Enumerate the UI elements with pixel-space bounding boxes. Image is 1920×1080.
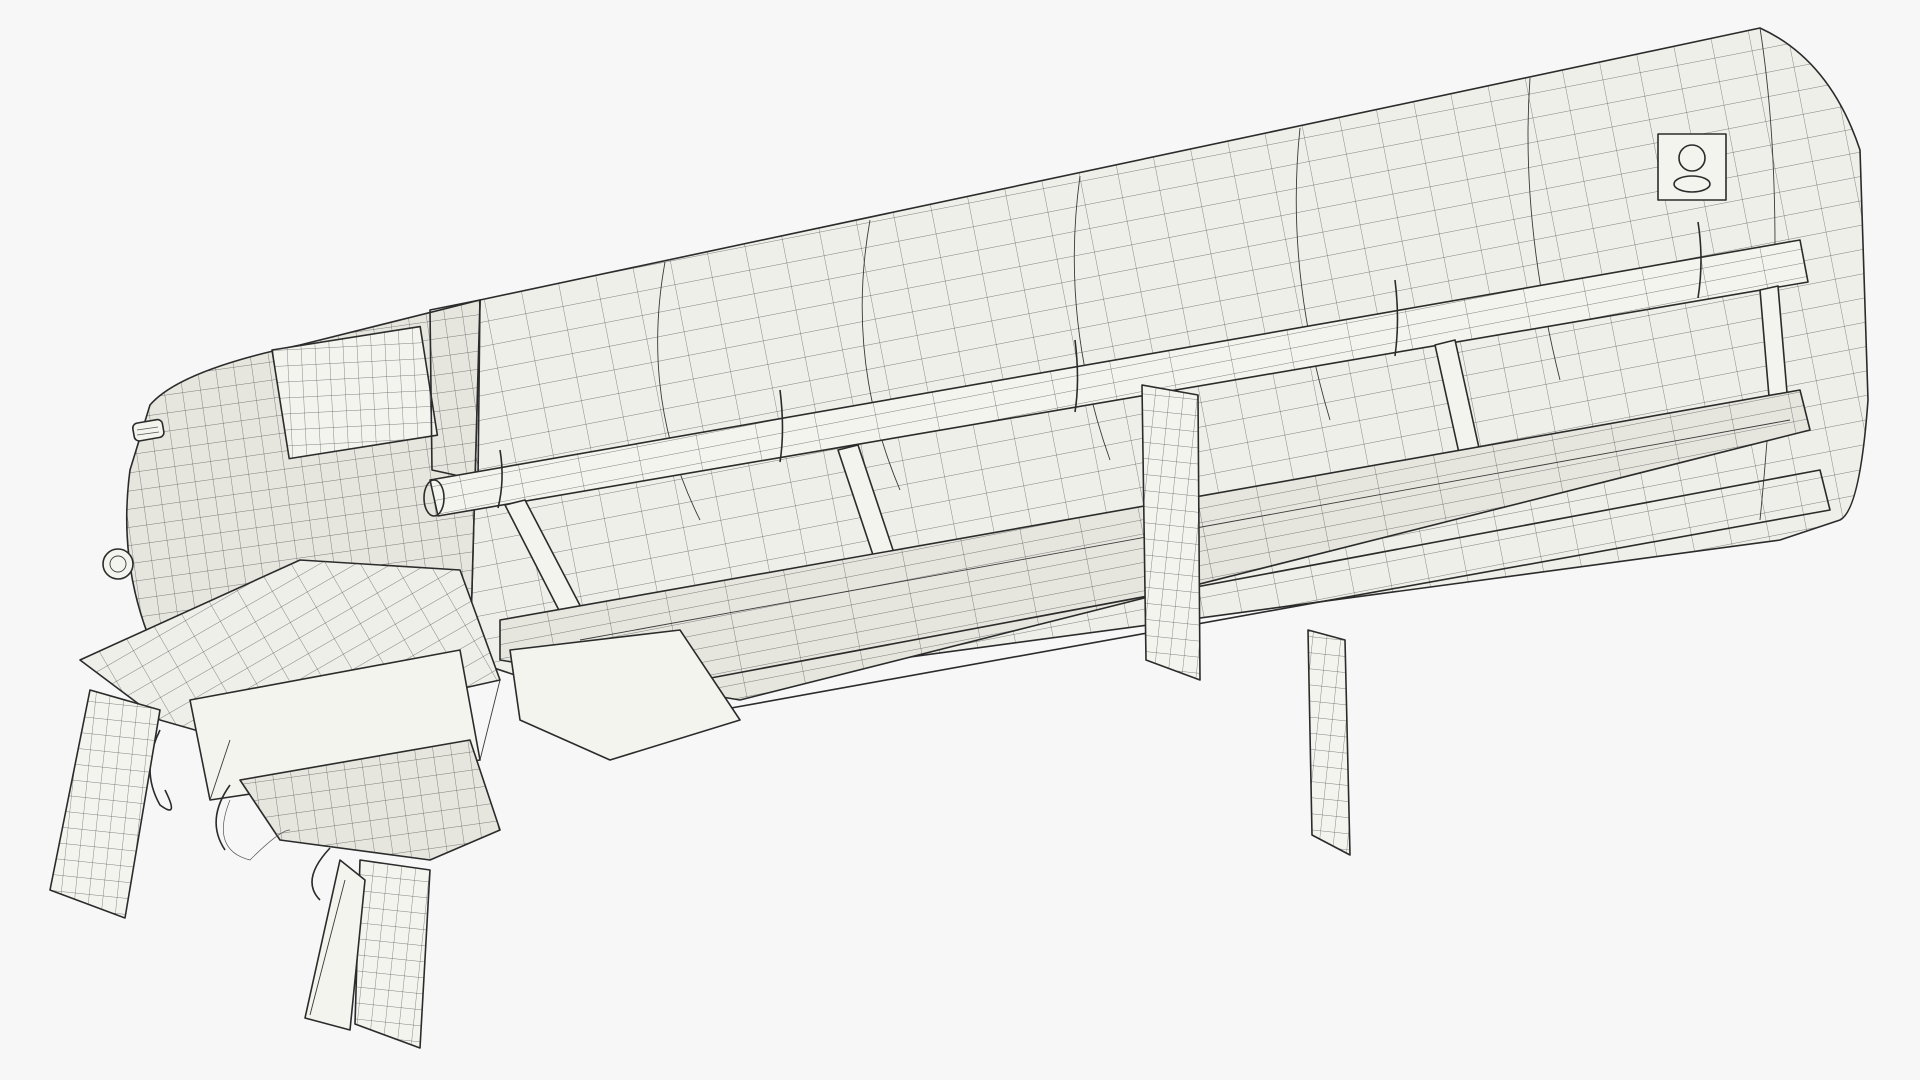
valve-bracket [1657,133,1727,201]
round-vent-icon [102,548,134,580]
render-viewport [0,0,1920,1080]
wireframe-model [49,27,1869,1049]
